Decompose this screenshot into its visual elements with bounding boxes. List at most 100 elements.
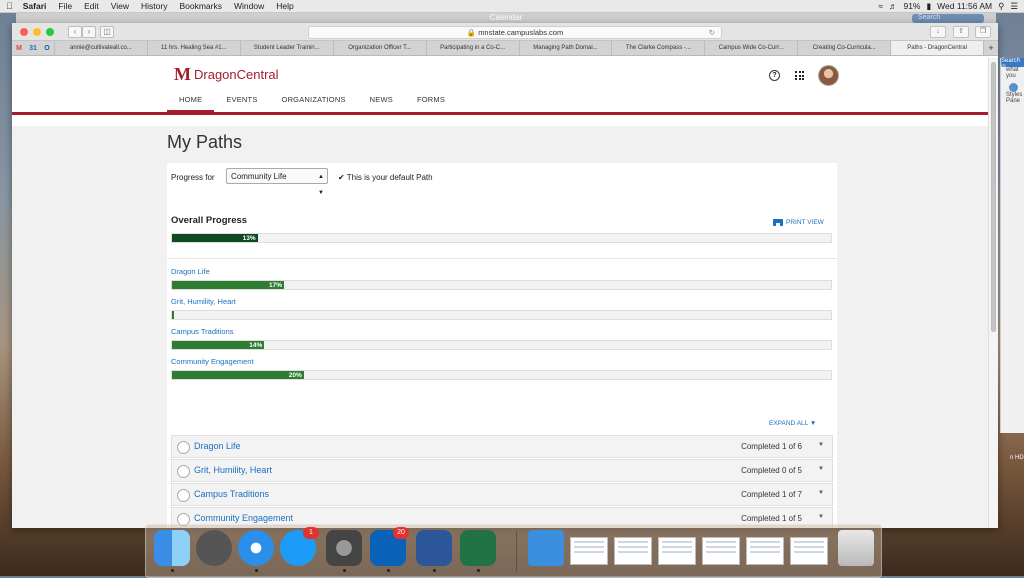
expand-all-button[interactable]: EXPAND ALL ▼ xyxy=(769,420,816,427)
minimized-window-thumbnail[interactable] xyxy=(658,537,696,565)
category-link-dragon-life[interactable]: Dragon Life xyxy=(171,267,210,276)
category-progress-bar: 14% xyxy=(171,340,832,350)
menu-history[interactable]: History xyxy=(135,1,173,11)
downloads-icon[interactable]: ↓ xyxy=(930,26,946,38)
help-icon[interactable]: ? xyxy=(769,70,780,81)
menu-app-name[interactable]: Safari xyxy=(17,1,53,11)
address-bar[interactable]: 🔒 mnstate.campuslabs.com ↻ xyxy=(308,26,722,39)
trash-icon[interactable] xyxy=(838,530,874,566)
calendar-search-field[interactable]: Search xyxy=(912,14,984,23)
accordion-title[interactable]: Dragon Life xyxy=(194,441,241,451)
accordion-item[interactable]: Dragon Life Completed 1 of 6 ▼ xyxy=(171,435,833,458)
browser-tab[interactable]: Managing Path Domai... xyxy=(518,41,612,55)
side-search-text[interactable]: Search in xyxy=(1001,58,1024,70)
menu-bookmarks[interactable]: Bookmarks xyxy=(173,1,228,11)
scrollbar-thumb[interactable] xyxy=(991,62,996,332)
spotlight-icon[interactable]: ⚲ xyxy=(998,1,1004,12)
apps-grid-icon[interactable] xyxy=(795,71,804,80)
calendar-pinned-icon[interactable]: 31 xyxy=(26,41,40,55)
notification-center-icon[interactable]: ☰ xyxy=(1010,1,1018,12)
page-scrollbar[interactable] xyxy=(988,58,998,528)
launchpad-icon[interactable] xyxy=(196,530,232,566)
excel-icon[interactable] xyxy=(460,530,496,572)
browser-tab[interactable]: Campus Wide Co-Curr... xyxy=(704,41,797,55)
calendar-window-titlebar[interactable]: Calendar xyxy=(16,13,996,23)
browser-tab[interactable]: Organization Officer T... xyxy=(332,41,426,55)
logo-text: DragonCentral xyxy=(194,67,279,82)
accordion-title[interactable]: Grit, Humility, Heart xyxy=(194,465,272,475)
nav-news[interactable]: NEWS xyxy=(358,94,405,110)
category-link-community-engagement[interactable]: Community Engagement xyxy=(171,357,254,366)
menu-help[interactable]: Help xyxy=(270,1,299,11)
battery-icon[interactable]: ▮ xyxy=(926,1,931,12)
finder-icon[interactable] xyxy=(154,530,190,572)
reload-icon[interactable]: ↻ xyxy=(709,27,715,38)
outlook-pinned-icon[interactable]: O xyxy=(40,41,54,55)
safari-icon[interactable] xyxy=(238,530,274,572)
desktop-hd-label[interactable]: n HD xyxy=(1010,455,1024,461)
word-icon[interactable] xyxy=(416,530,452,572)
apple-icon[interactable]:  xyxy=(0,1,17,11)
back-button[interactable]: ‹ xyxy=(68,25,82,38)
share-icon[interactable]: ⇧ xyxy=(953,26,969,38)
browser-tab[interactable]: Participating in a Co-C... xyxy=(425,41,519,55)
chevron-down-icon[interactable]: ▼ xyxy=(818,514,824,520)
close-window-button[interactable] xyxy=(20,27,28,36)
safari-window: ‹ › ◫ 🔒 mnstate.campuslabs.com ↻ ↓ ⇧ ❐ M… xyxy=(12,23,998,528)
minimized-window-thumbnail[interactable] xyxy=(614,537,652,565)
main-nav: HOME EVENTS ORGANIZATIONS NEWS FORMS xyxy=(167,94,457,112)
wifi-icon[interactable]: ≈ xyxy=(878,1,883,11)
menu-window[interactable]: Window xyxy=(228,1,270,11)
sidebar-toggle-icon[interactable]: ◫ xyxy=(100,25,114,38)
downloads-folder-icon[interactable] xyxy=(528,530,564,566)
battery-percent[interactable]: 91% xyxy=(903,1,920,11)
minimized-window-thumbnail[interactable] xyxy=(570,537,608,565)
path-select-value: Community Life xyxy=(231,172,287,181)
nav-organizations[interactable]: ORGANIZATIONS xyxy=(270,94,358,110)
nav-home[interactable]: HOME xyxy=(167,94,215,112)
accordion-item[interactable]: Grit, Humility, Heart Completed 0 of 5 ▼ xyxy=(171,459,833,482)
print-view-link[interactable]: PRINT VIEW xyxy=(773,219,824,227)
tab-overview-icon[interactable]: ❐ xyxy=(975,26,991,38)
styles-pane-icon[interactable] xyxy=(1009,83,1018,92)
category-progress-fill: 17% xyxy=(172,281,285,289)
category-link-campus-traditions[interactable]: Campus Traditions xyxy=(171,327,234,336)
chevron-down-icon[interactable]: ▼ xyxy=(818,442,824,448)
accordion-title[interactable]: Campus Traditions xyxy=(194,489,269,499)
fullscreen-window-button[interactable] xyxy=(46,27,54,36)
menu-edit[interactable]: Edit xyxy=(78,1,105,11)
user-avatar[interactable] xyxy=(818,65,839,86)
category-link-grit-humility-heart[interactable]: Grit, Humility, Heart xyxy=(171,297,236,306)
browser-tab[interactable]: Creating Co-Curricula... xyxy=(797,41,890,55)
browser-tab[interactable]: annie@cultivateall.co... xyxy=(54,41,147,55)
menu-file[interactable]: File xyxy=(52,1,78,11)
app-store-icon[interactable]: 1 xyxy=(280,527,319,566)
path-select[interactable]: Community Life ▲ ▼ xyxy=(226,168,328,196)
system-preferences-icon[interactable] xyxy=(326,530,362,572)
minimized-window-thumbnail[interactable] xyxy=(790,537,828,565)
default-path-text: This is your default Path xyxy=(346,173,433,182)
accordion-status: Completed 1 of 5 xyxy=(741,514,802,523)
minimized-window-thumbnail[interactable] xyxy=(746,537,784,565)
nav-forms[interactable]: FORMS xyxy=(405,94,457,110)
menu-view[interactable]: View xyxy=(105,1,135,11)
outlook-icon[interactable]: 20 xyxy=(370,527,409,572)
browser-tab[interactable]: 11 hrs. Healing Sea #1... xyxy=(146,41,240,55)
accordion-item[interactable]: Campus Traditions Completed 1 of 7 ▼ xyxy=(171,483,833,506)
chevron-down-icon[interactable]: ▼ xyxy=(818,490,824,496)
page-content: My Paths Progress for Community Life ▲ ▼ … xyxy=(12,126,992,528)
menubar-clock[interactable]: Wed 11:56 AM xyxy=(937,1,992,11)
new-tab-icon[interactable]: + xyxy=(983,41,998,55)
browser-tab-active[interactable]: Paths - DragonCentral xyxy=(890,41,984,55)
minimized-window-thumbnail[interactable] xyxy=(702,537,740,565)
nav-events[interactable]: EVENTS xyxy=(214,94,269,110)
accordion-title[interactable]: Community Engagement xyxy=(194,513,293,523)
gmail-pinned-icon[interactable]: M xyxy=(12,41,26,55)
browser-tab[interactable]: Student Leader Trainin... xyxy=(239,41,333,55)
volume-icon[interactable]: ♬ xyxy=(889,1,898,11)
chevron-down-icon[interactable]: ▼ xyxy=(818,466,824,472)
minimize-window-button[interactable] xyxy=(33,27,41,36)
dragoncentral-logo[interactable]: M DragonCentral xyxy=(174,64,279,85)
forward-button[interactable]: › xyxy=(82,25,96,38)
browser-tab[interactable]: The Clarke Compass -... xyxy=(611,41,704,55)
